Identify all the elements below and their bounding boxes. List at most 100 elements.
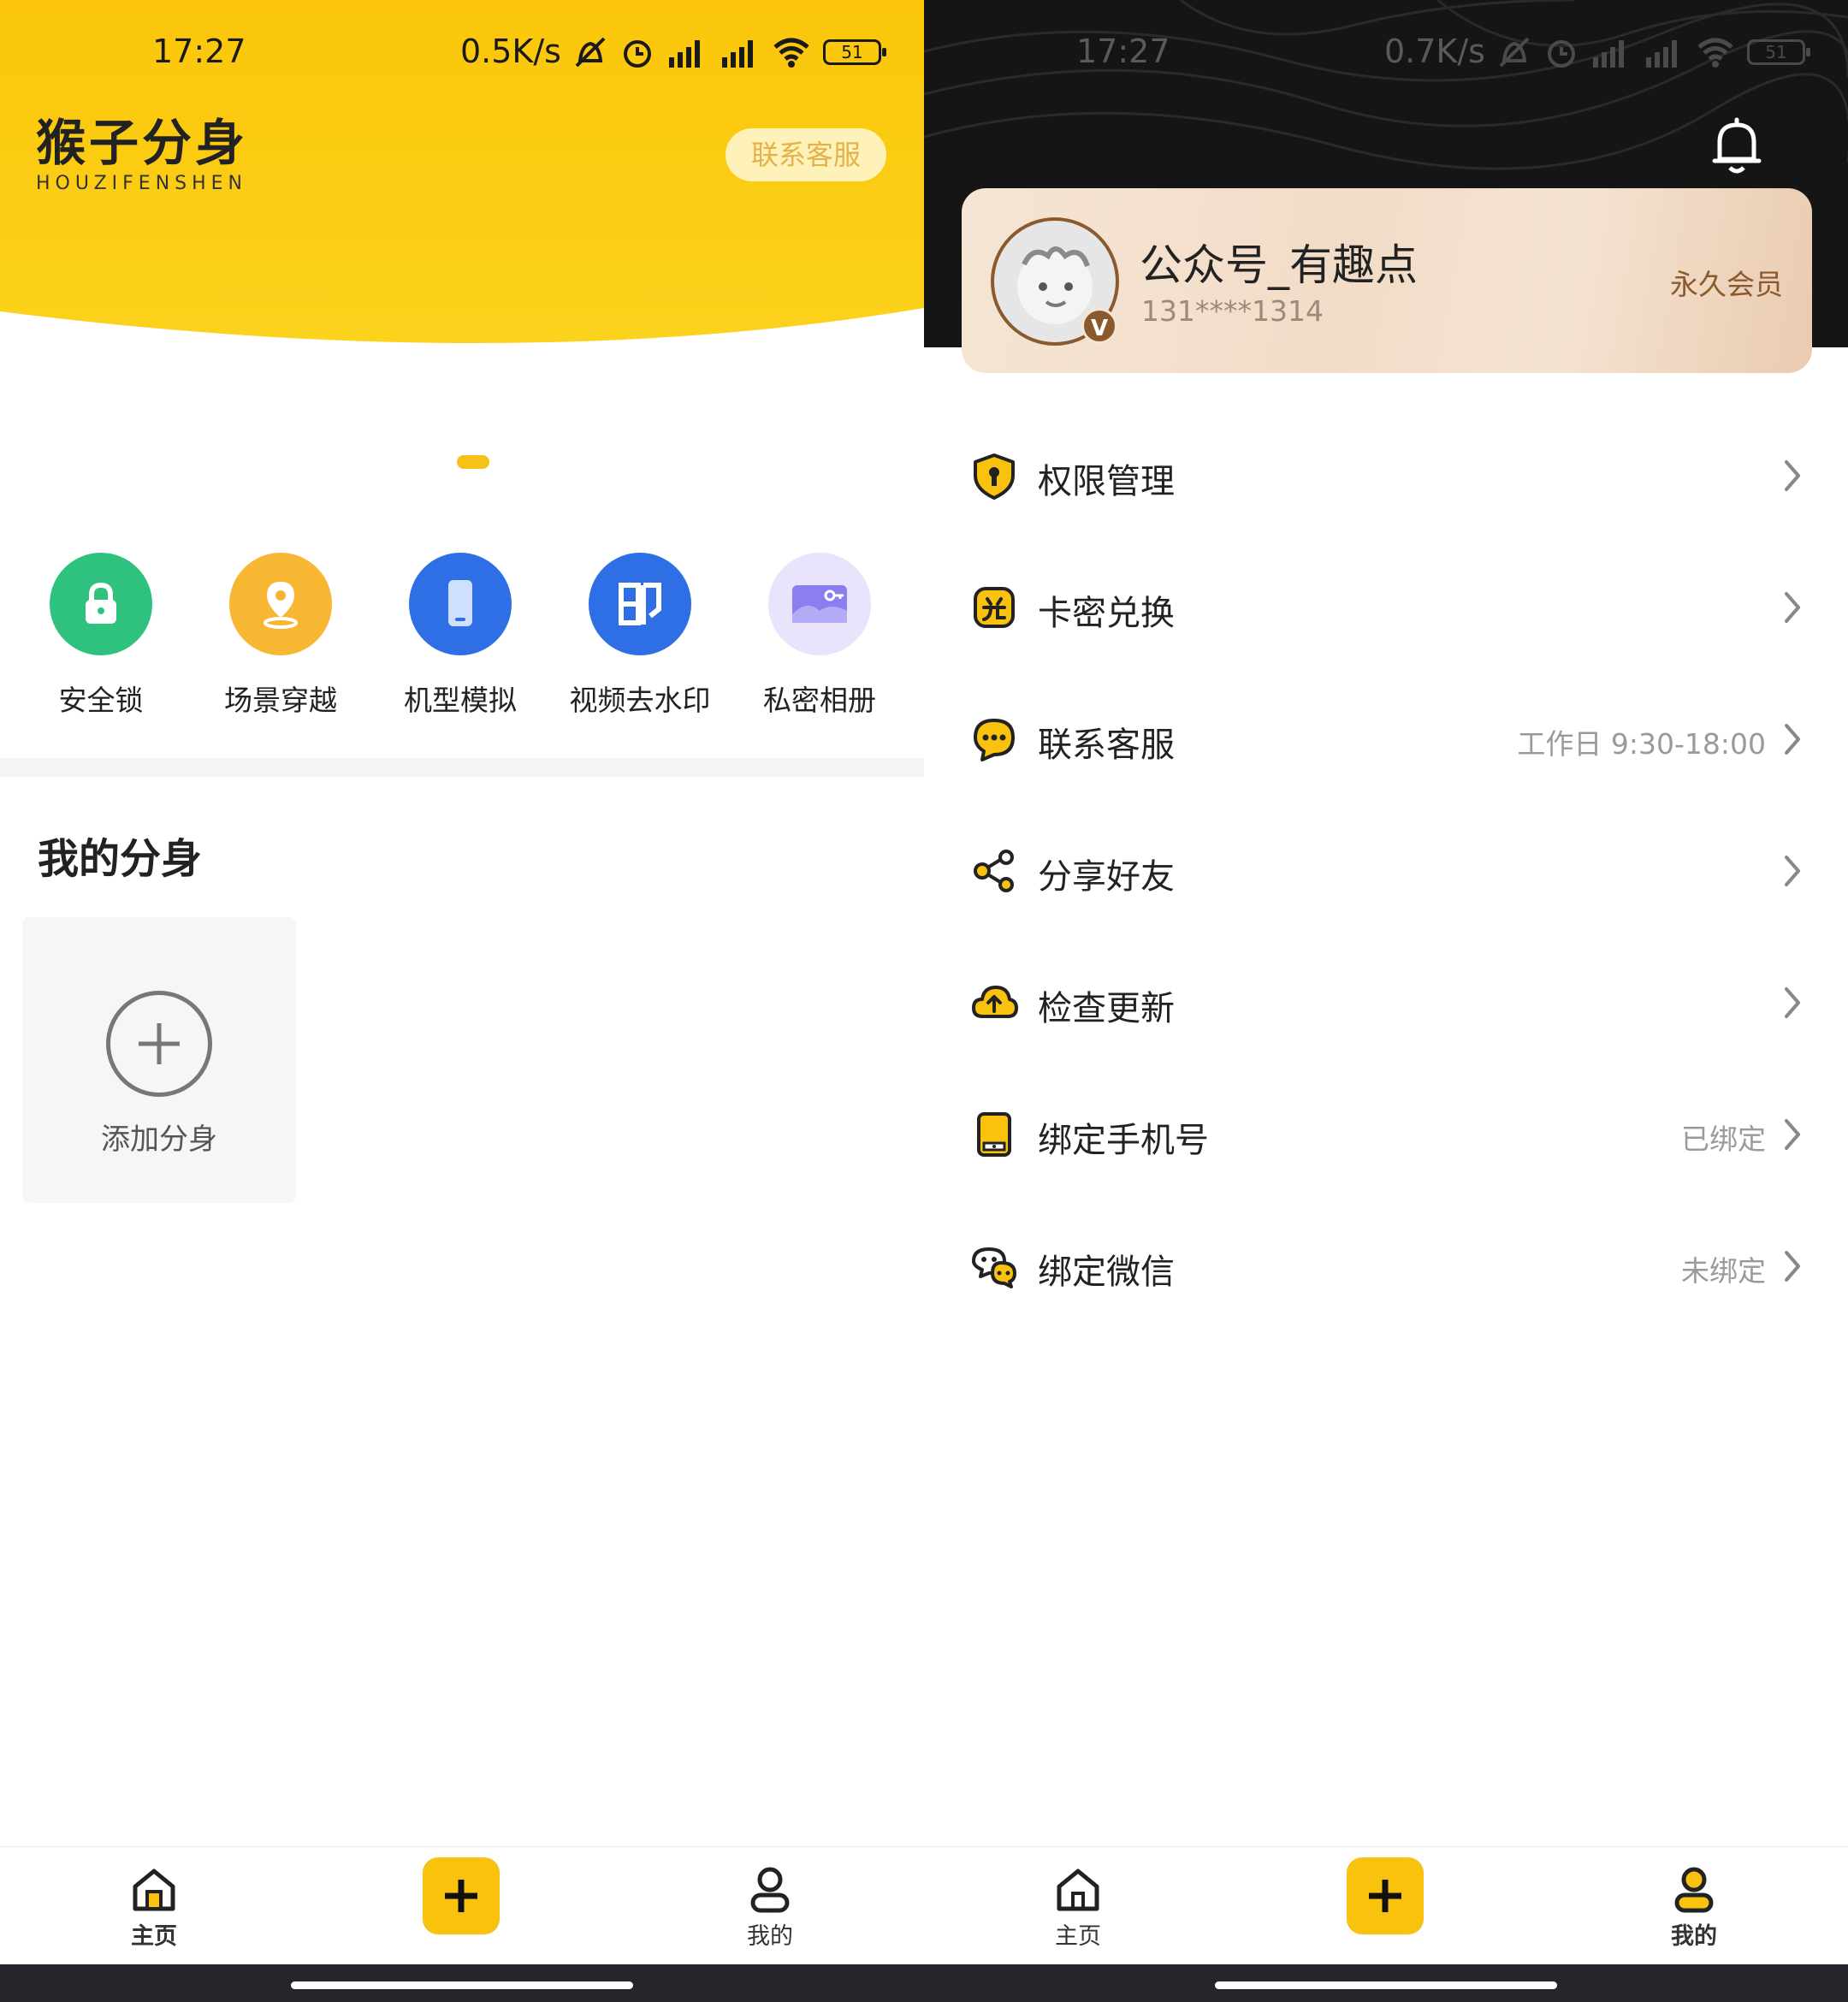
logo-subtext: HOUZIFENSHEN <box>36 173 248 194</box>
redeem-icon <box>974 587 1015 628</box>
wechat-icon <box>972 1247 1016 1288</box>
bottom-nav: 主页 我的 <box>0 1846 924 1964</box>
shortcut-row: 安全锁 场景穿越 机型模拟 视频去水印 私密相册 <box>0 548 924 727</box>
nav-mine[interactable]: 我的 <box>719 1864 821 1951</box>
menu-item-check-update[interactable]: 检查更新 <box>924 936 1848 1068</box>
menu-value: 未绑定 <box>1681 1254 1766 1288</box>
shortcut-private-album[interactable]: 私密相册 <box>734 548 905 719</box>
menu-item-bind-phone[interactable]: 绑定手机号 已绑定 <box>924 1068 1848 1199</box>
home-header: 17:27 0.5K/s 51 猴子分身 HOUZIFENSHEN 联系客服 <box>0 0 924 359</box>
chat-bubble-icon <box>974 719 1015 761</box>
add-clone-label: 添加分身 <box>101 1122 217 1157</box>
battery-icon: 51 <box>1747 39 1810 65</box>
gesture-area <box>924 1964 1848 2002</box>
user-icon <box>719 1864 821 1916</box>
status-icons: 51 <box>572 34 886 70</box>
profile-screen: 17:27 0.7K/s 51 V 公众号_有趣点 131****1314 永久… <box>924 0 1848 2002</box>
member-card[interactable]: V 公众号_有趣点 131****1314 永久会员 <box>962 188 1812 373</box>
nav-add-button[interactable] <box>423 1857 500 1934</box>
signal-hd-icon-2 <box>722 40 753 68</box>
chevron-right-icon <box>1785 1119 1800 1150</box>
chevron-right-icon <box>1785 856 1800 886</box>
menu-label: 卡密兑换 <box>1038 594 1175 633</box>
member-tag: 永久会员 <box>1670 268 1783 301</box>
location-pin-icon <box>229 553 332 655</box>
share-icon <box>974 850 1014 892</box>
logo-text: 猴子分身 <box>36 114 249 172</box>
bottom-nav: 主页 我的 <box>924 1846 1848 1964</box>
shortcut-label: 机型模拟 <box>404 684 517 717</box>
nav-mine-label: 我的 <box>1671 1923 1717 1950</box>
shortcut-label: 视频去水印 <box>569 684 711 717</box>
nav-add-button[interactable] <box>1347 1857 1424 1934</box>
alarm-icon <box>624 40 651 68</box>
phone-device-icon <box>409 553 512 655</box>
status-time: 17:27 <box>1076 33 1170 70</box>
menu-label: 联系客服 <box>1038 726 1175 765</box>
photo-album-icon <box>768 553 871 655</box>
shortcut-security-lock[interactable]: 安全锁 <box>15 548 187 719</box>
status-icons: 51 <box>1496 34 1810 70</box>
shortcut-label: 场景穿越 <box>224 684 337 717</box>
nav-mine-label: 我的 <box>747 1923 793 1950</box>
nav-mine[interactable]: 我的 <box>1643 1864 1745 1951</box>
alarm-icon <box>1548 40 1575 68</box>
menu-label: 绑定微信 <box>1038 1253 1175 1292</box>
menu-item-permissions[interactable]: 权限管理 <box>924 409 1848 541</box>
plus-icon <box>1369 1880 1401 1912</box>
menu-label: 检查更新 <box>1038 989 1175 1028</box>
watermark-icon <box>589 553 691 655</box>
signal-hd-icon-2 <box>1646 40 1677 68</box>
plus-icon <box>445 1880 477 1912</box>
home-icon <box>1027 1864 1129 1916</box>
shortcut-remove-watermark[interactable]: 视频去水印 <box>554 548 726 719</box>
user-phone: 131****1314 <box>1141 294 1324 328</box>
signal-hd-icon <box>669 40 700 68</box>
shield-icon <box>974 453 1015 500</box>
nav-home-label: 主页 <box>131 1923 177 1950</box>
cloud-upload-icon <box>972 986 1018 1018</box>
menu-label: 权限管理 <box>1038 462 1175 501</box>
menu-item-customer-service[interactable]: 联系客服 工作日 9:30-18:00 <box>924 672 1848 804</box>
wifi-icon <box>1697 38 1733 68</box>
settings-menu: 权限管理 卡密兑换 联系客服 工作日 9:30-18:00 分享好友 检查更新 <box>924 409 1848 1331</box>
gesture-bar[interactable] <box>291 1981 633 1989</box>
lock-icon <box>50 553 152 655</box>
shortcut-label: 安全锁 <box>58 684 144 717</box>
chevron-right-icon <box>1785 1251 1800 1282</box>
shortcut-scene-travel[interactable]: 场景穿越 <box>195 548 366 719</box>
signal-hd-icon <box>1593 40 1624 68</box>
menu-item-share[interactable]: 分享好友 <box>924 804 1848 936</box>
mute-icon <box>575 37 606 68</box>
menu-item-bind-wechat[interactable]: 绑定微信 未绑定 <box>924 1199 1848 1331</box>
nav-home[interactable]: 主页 <box>103 1864 205 1951</box>
home-icon <box>103 1864 205 1916</box>
wifi-icon <box>773 38 809 68</box>
banner-indicator <box>457 455 489 469</box>
user-name: 公众号_有趣点 <box>1140 240 1418 290</box>
status-bar: 17:27 0.7K/s 51 <box>924 0 1848 103</box>
shortcut-device-simulation[interactable]: 机型模拟 <box>375 548 546 719</box>
status-time: 17:27 <box>152 33 246 70</box>
bell-icon[interactable] <box>1709 116 1764 180</box>
nav-home[interactable]: 主页 <box>1027 1864 1129 1951</box>
chevron-right-icon <box>1785 724 1800 755</box>
menu-item-redeem[interactable]: 卡密兑换 <box>924 541 1848 672</box>
battery-icon: 51 <box>823 39 886 65</box>
gesture-bar[interactable] <box>1215 1981 1557 1989</box>
contact-service-button[interactable]: 联系客服 <box>726 128 886 181</box>
network-speed: 0.5K/s <box>460 33 561 70</box>
menu-value: 已绑定 <box>1681 1122 1766 1156</box>
menu-label: 分享好友 <box>1038 857 1175 897</box>
menu-label: 绑定手机号 <box>1038 1121 1209 1160</box>
section-divider <box>0 758 924 777</box>
shortcut-label: 私密相册 <box>763 684 876 717</box>
network-speed: 0.7K/s <box>1384 33 1485 70</box>
chevron-right-icon <box>1785 592 1800 623</box>
phone-icon <box>977 1112 1011 1157</box>
gesture-area <box>0 1964 924 2002</box>
nav-home-label: 主页 <box>1055 1923 1101 1950</box>
app-logo: 猴子分身 HOUZIFENSHEN <box>36 115 248 194</box>
user-icon <box>1643 1864 1745 1916</box>
add-clone-card[interactable]: 添加分身 <box>22 917 296 1203</box>
